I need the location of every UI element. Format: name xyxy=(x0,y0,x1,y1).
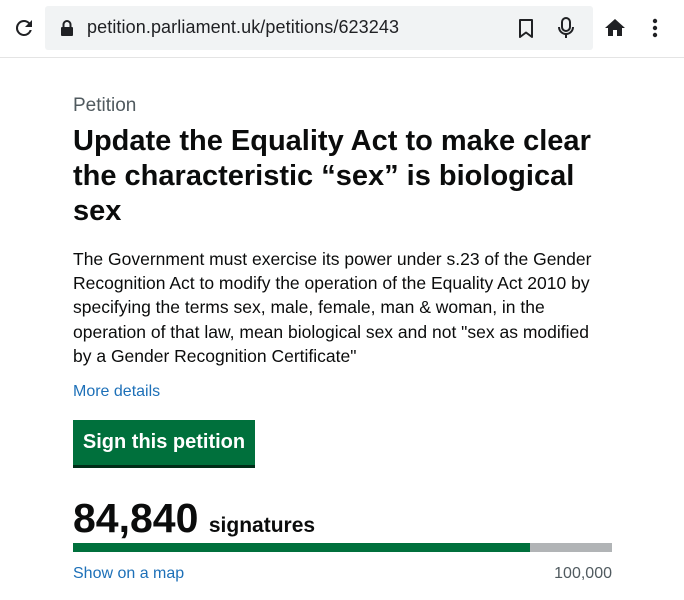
petition-title: Update the Equality Act to make clear th… xyxy=(73,125,591,227)
petition-summary: The Government must exercise its power u… xyxy=(73,249,592,366)
browser-toolbar: petition.parliament.uk/petitions/623243 xyxy=(0,0,684,58)
page-caption: Petition xyxy=(73,95,137,116)
url-text[interactable]: petition.parliament.uk/petitions/623243 xyxy=(87,17,399,38)
show-on-map-link[interactable]: Show on a map xyxy=(73,565,184,583)
address-bar[interactable]: petition.parliament.uk/petitions/623243 xyxy=(45,6,593,50)
more-vert-icon[interactable] xyxy=(645,16,665,40)
mic-icon[interactable] xyxy=(555,16,577,40)
reload-icon[interactable] xyxy=(12,16,36,40)
sign-petition-button[interactable]: Sign this petition xyxy=(73,420,255,466)
bookmark-icon[interactable] xyxy=(515,17,537,39)
signature-count: 84,840 xyxy=(73,495,199,542)
home-icon[interactable] xyxy=(603,16,627,40)
signature-progress-bar xyxy=(73,543,612,552)
lock-icon xyxy=(61,20,73,36)
signature-count-row: 84,840 signatures xyxy=(73,495,613,541)
signature-target: 100,000 xyxy=(554,565,612,582)
more-details-link[interactable]: More details xyxy=(73,382,160,402)
petition-content: Petition Update the Equality Act to make… xyxy=(73,94,613,582)
signature-progress-fill xyxy=(73,543,531,552)
signatures-label: signatures xyxy=(208,514,316,538)
